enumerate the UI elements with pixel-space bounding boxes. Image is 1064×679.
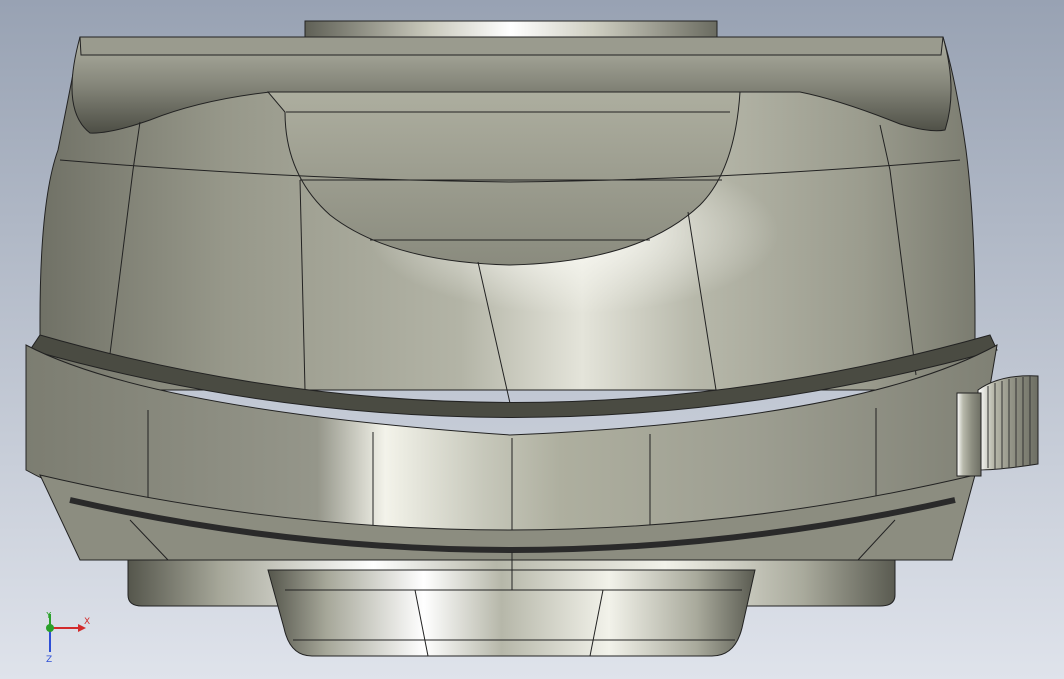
- latch-lever[interactable]: [956, 392, 982, 477]
- axis-triad: X Y Z: [45, 612, 90, 665]
- top-cap[interactable]: [304, 20, 718, 39]
- z-axis-label: Z: [46, 655, 52, 665]
- 3d-model-view[interactable]: [0, 0, 1064, 679]
- x-axis-label: X: [84, 617, 90, 627]
- triad-origin: [46, 624, 54, 632]
- y-axis-label: Y: [45, 612, 52, 621]
- cad-viewport[interactable]: X Y Z: [0, 0, 1064, 679]
- lid-top-face: [79, 36, 944, 56]
- latch-knob[interactable]: [977, 375, 1039, 471]
